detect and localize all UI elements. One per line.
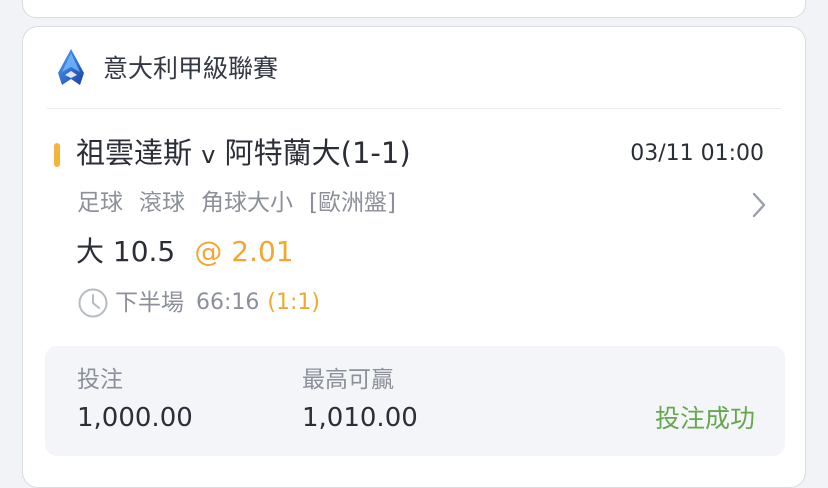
previous-bet-card bbox=[22, 0, 806, 18]
header-divider bbox=[47, 108, 781, 109]
max-win-value: 1,010.00 bbox=[302, 403, 418, 433]
match-datetime: 03/11 01:00 bbox=[630, 141, 764, 166]
away-team: 阿特蘭大 bbox=[224, 136, 341, 170]
market-type-label: 滾球 bbox=[139, 190, 185, 216]
match-accent-bar bbox=[54, 143, 60, 167]
vs-separator: v bbox=[201, 141, 216, 169]
bet-summary-panel: 投注 1,000.00 最高可贏 1,010.00 投注成功 bbox=[45, 346, 785, 456]
live-status-row: 下半場 66:16 (1:1) bbox=[77, 285, 320, 321]
league-header: 意大利甲級聯賽 bbox=[23, 27, 805, 109]
stake-value: 1,000.00 bbox=[77, 403, 193, 433]
selection-odds: @ 2.01 bbox=[194, 235, 294, 268]
max-win-label: 最高可贏 bbox=[302, 367, 394, 393]
match-title[interactable]: 祖雲達斯 v 阿特蘭大(1-1) bbox=[76, 134, 411, 174]
bet-type-label: 角球大小 bbox=[201, 190, 293, 216]
selection-pick: 大 10.5 bbox=[76, 235, 176, 268]
serie-a-logo-icon bbox=[58, 49, 84, 85]
bet-card: 意大利甲級聯賽 祖雲達斯 v 阿特蘭大(1-1) 03/11 01:00 足球滾… bbox=[22, 26, 806, 488]
match-clock: 66:16 bbox=[196, 290, 260, 315]
live-score: (1:1) bbox=[267, 290, 320, 315]
match-score: (1-1) bbox=[340, 136, 411, 170]
home-team: 祖雲達斯 bbox=[76, 136, 193, 170]
chevron-right-icon[interactable] bbox=[749, 190, 769, 220]
match-period: 下半場 bbox=[115, 290, 184, 316]
clock-icon bbox=[78, 288, 108, 318]
bet-status: 投注成功 bbox=[654, 404, 755, 433]
selection-row: 大 10.5 @ 2.01 bbox=[76, 234, 294, 274]
odds-format-label: [歐洲盤] bbox=[309, 190, 396, 216]
sport-label: 足球 bbox=[77, 190, 123, 216]
market-info: 足球 滾球 角球大小 [歐洲盤] bbox=[77, 187, 412, 219]
league-name: 意大利甲級聯賽 bbox=[103, 54, 279, 83]
stake-label: 投注 bbox=[77, 367, 123, 393]
